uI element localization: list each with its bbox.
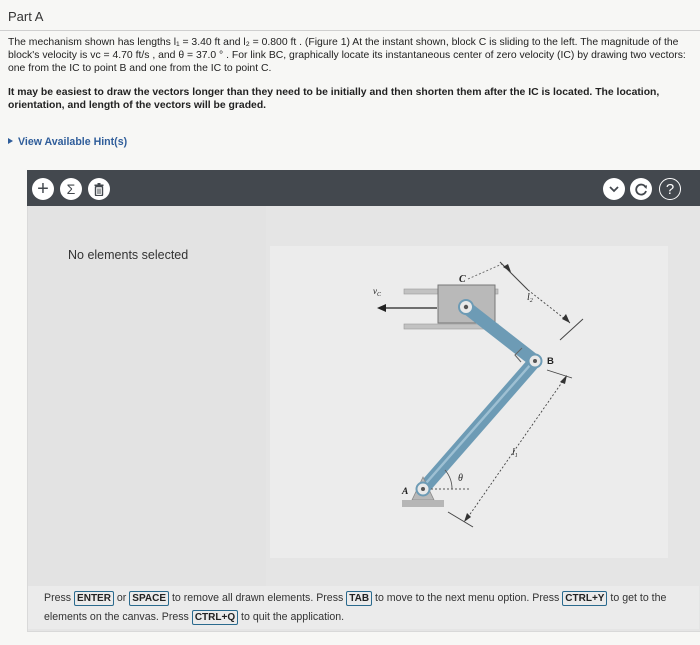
help-text-4: to move to the next menu option. Press	[375, 592, 560, 604]
reset-icon	[634, 183, 647, 195]
selection-status: No elements selected	[68, 248, 189, 262]
l2-arrow-top	[503, 264, 511, 272]
divider	[0, 30, 700, 31]
expand-triangle-icon	[8, 138, 13, 144]
label-a: A	[401, 487, 408, 497]
problem-statement: The mechanism shown has lengths l₁ = 3.4…	[8, 36, 688, 81]
help-text-6: to quit the application.	[241, 611, 345, 623]
l2-dimension-line	[467, 263, 503, 280]
help-text-1: Press	[44, 592, 72, 604]
pin-c-center	[463, 304, 469, 310]
kbd-ctrl-q: CTRL+Q	[191, 610, 239, 625]
sigma-icon: Σ	[66, 181, 76, 197]
menu-dropdown-button[interactable]	[603, 178, 625, 200]
help-icon: ?	[665, 180, 675, 198]
plus-icon: +	[37, 178, 49, 200]
l1-arrow-bottom	[464, 513, 471, 522]
help-text-3: to remove all drawn elements. Press	[171, 592, 344, 604]
sum-button[interactable]: Σ	[60, 178, 82, 200]
kbd-space: SPACE	[129, 591, 169, 606]
label-c: C	[459, 274, 466, 285]
l2-arrow-bottom	[562, 314, 570, 323]
label-b: B	[547, 356, 554, 367]
delete-button[interactable]	[88, 178, 110, 200]
label-theta: θ	[458, 473, 463, 484]
vc-label: vC	[373, 286, 382, 298]
add-vector-button[interactable]: +	[32, 178, 54, 200]
kbd-enter: ENTER	[74, 591, 114, 606]
problem-emphasis: It may be easiest to draw the vectors lo…	[8, 87, 660, 111]
pin-b-center	[533, 359, 537, 363]
pin-a-center	[421, 487, 425, 491]
drawing-toolbar: + Σ ?	[27, 170, 700, 206]
link-bc	[460, 301, 542, 368]
problem-text: The mechanism shown has lengths l₁ = 3.4…	[8, 37, 686, 74]
view-hints-label: View Available Hint(s)	[18, 136, 128, 148]
kbd-tab: TAB	[346, 591, 373, 606]
b-extension-line	[546, 369, 573, 379]
trash-icon	[94, 182, 104, 196]
reset-button[interactable]	[630, 178, 652, 200]
mechanism-figure: vC C l2 B l1 θ A	[373, 261, 584, 528]
keyboard-help-text: Press ENTER or SPACE to remove all drawn…	[44, 589, 684, 627]
l2-extension-top	[499, 261, 529, 291]
label-l2: l2	[527, 292, 533, 304]
label-l1: l1	[512, 447, 518, 459]
view-hints-link[interactable]: View Available Hint(s)	[8, 136, 127, 148]
help-text-2: or	[116, 592, 127, 604]
l2-extension-bottom	[559, 318, 584, 341]
l1-dimension-line	[465, 377, 566, 521]
part-title: Part A	[8, 9, 44, 24]
help-button[interactable]: ?	[659, 178, 681, 200]
link-ab-highlight	[418, 362, 533, 492]
l1-extension-bottom	[447, 511, 474, 528]
ground-a	[402, 500, 444, 507]
properties-panel	[28, 206, 266, 586]
kbd-ctrl-y: CTRL+Y	[562, 591, 608, 606]
theta-arc	[444, 469, 453, 490]
chevron-down-icon	[609, 185, 619, 192]
vc-arrowhead	[377, 304, 386, 312]
